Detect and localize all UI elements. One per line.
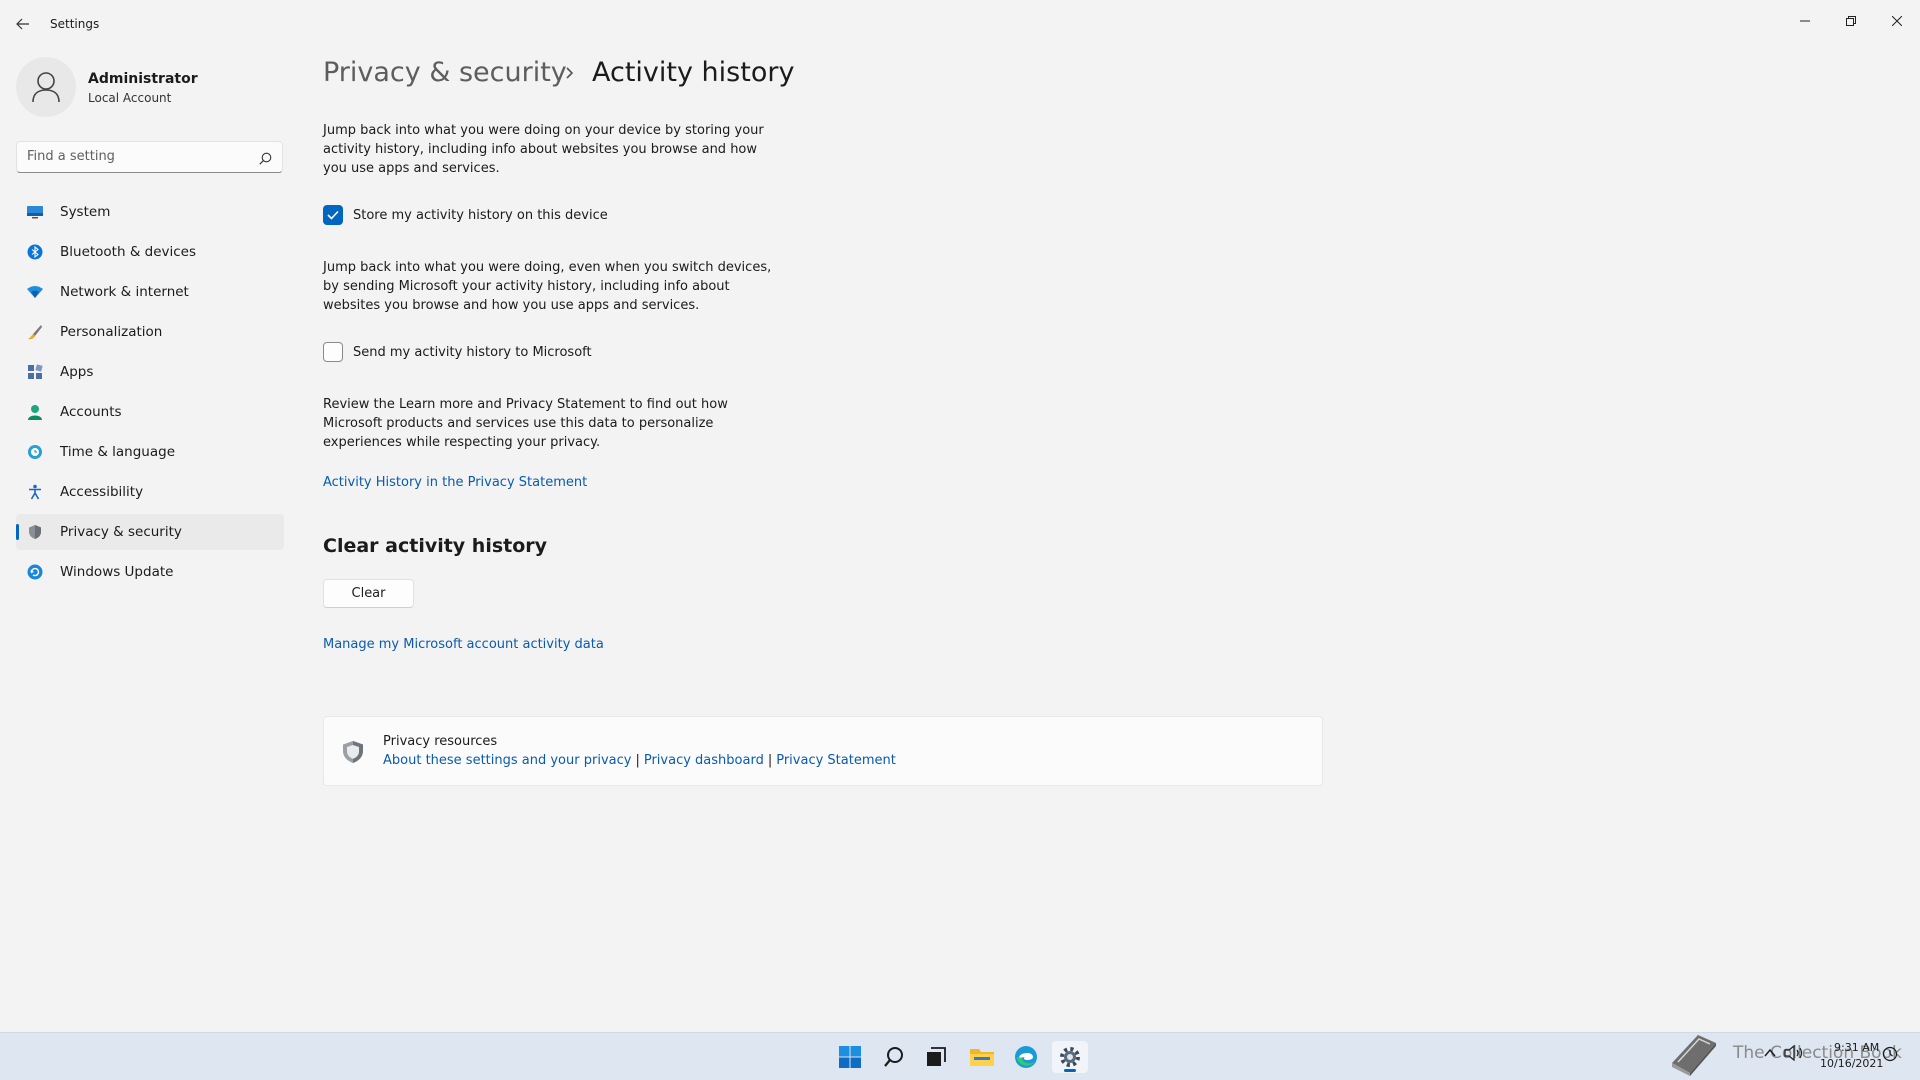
search-input[interactable] — [27, 149, 247, 164]
sidebar-item-label: Time & language — [60, 444, 176, 460]
sidebar-item-system[interactable]: System — [16, 194, 284, 230]
taskbar-search-button[interactable] — [876, 1041, 912, 1073]
brush-icon — [26, 323, 44, 341]
search-icon — [884, 1047, 903, 1067]
close-icon — [1892, 16, 1902, 26]
sidebar-item-privacy-security[interactable]: Privacy & security — [16, 514, 284, 550]
privacy-resources-links: About these settings and your privacy | … — [383, 753, 896, 768]
send-history-checkbox[interactable] — [323, 342, 343, 362]
shield-icon — [26, 523, 44, 541]
sidebar-item-accounts[interactable]: Accounts — [16, 394, 284, 430]
send-history-description: Jump back into what you were doing, even… — [323, 260, 772, 313]
search-box[interactable] — [16, 141, 283, 173]
privacy-review-description: Review the Learn more and Privacy Statem… — [323, 397, 728, 450]
privacy-statement-link[interactable]: Privacy Statement — [776, 753, 896, 768]
edge-browser-button[interactable] — [1008, 1041, 1044, 1073]
clear-button[interactable]: Clear — [323, 579, 414, 608]
about-settings-link[interactable]: About these settings and your privacy — [383, 753, 631, 768]
store-history-label: Store my activity history on this device — [353, 207, 608, 223]
privacy-resources-card: Privacy resources About these settings a… — [323, 716, 1323, 786]
clock-time[interactable]: 9:31 AM — [1834, 1041, 1879, 1054]
sidebar-nav: System Bluetooth & devices Network & int… — [16, 194, 284, 594]
gear-icon — [1060, 1047, 1080, 1067]
start-button[interactable] — [832, 1041, 868, 1073]
manage-account-activity-link[interactable]: Manage my Microsoft account activity dat… — [323, 637, 604, 652]
sidebar-item-accessibility[interactable]: Accessibility — [16, 474, 284, 510]
volume-icon[interactable] — [1783, 1044, 1805, 1062]
account-type: Local Account — [88, 91, 172, 105]
sidebar-item-network[interactable]: Network & internet — [16, 274, 284, 310]
search-icon[interactable] — [255, 148, 275, 168]
link-separator: | — [635, 753, 640, 768]
user-icon — [32, 72, 60, 103]
clear-history-heading: Clear activity history — [323, 535, 548, 557]
activity-history-privacy-link[interactable]: Activity History in the Privacy Statemen… — [323, 475, 587, 490]
chevron-right-icon — [562, 63, 578, 83]
app-title: Settings — [50, 17, 100, 31]
send-history-label: Send my activity history to Microsoft — [353, 344, 592, 360]
sidebar-item-label: Network & internet — [60, 284, 189, 300]
close-button[interactable] — [1874, 6, 1920, 36]
chevron-up-icon[interactable] — [1762, 1045, 1778, 1061]
file-explorer-button[interactable] — [964, 1041, 1000, 1073]
globe-clock-icon — [26, 443, 44, 461]
sidebar-item-bluetooth[interactable]: Bluetooth & devices — [16, 234, 284, 270]
back-arrow-icon — [16, 18, 29, 30]
sidebar-item-time-language[interactable]: Time & language — [16, 434, 284, 470]
sidebar-item-personalization[interactable]: Personalization — [16, 314, 284, 350]
sidebar-item-label: Apps — [60, 364, 94, 380]
back-button[interactable] — [10, 12, 36, 36]
store-history-checkbox-row[interactable]: Store my activity history on this device — [323, 204, 608, 226]
restore-button[interactable] — [1828, 6, 1874, 36]
store-history-description: Jump back into what you were doing on yo… — [323, 123, 764, 176]
privacy-dashboard-link[interactable]: Privacy dashboard — [644, 753, 764, 768]
restore-icon — [1846, 16, 1856, 26]
task-view-icon — [927, 1047, 946, 1066]
clock-date[interactable]: 10/16/2021 — [1820, 1057, 1883, 1070]
privacy-resources-title: Privacy resources — [383, 734, 498, 749]
sidebar-item-label: Bluetooth & devices — [60, 244, 197, 260]
title-bar — [0, 0, 1920, 48]
book-logo-icon — [1668, 1029, 1720, 1077]
taskbar — [0, 1032, 1920, 1080]
sidebar-item-apps[interactable]: Apps — [16, 354, 284, 390]
sidebar-item-label: Windows Update — [60, 564, 174, 580]
monitor-icon — [26, 203, 44, 221]
notification-icon[interactable] — [1882, 1046, 1898, 1062]
person-icon — [26, 403, 44, 421]
edge-icon — [1015, 1046, 1037, 1068]
task-view-button[interactable] — [918, 1041, 954, 1073]
checkmark-icon — [327, 210, 339, 220]
store-history-checkbox[interactable] — [323, 205, 343, 225]
update-icon — [26, 563, 44, 581]
folder-icon — [970, 1049, 994, 1066]
settings-taskbar-button[interactable] — [1052, 1041, 1088, 1073]
sidebar-item-label: Accounts — [60, 404, 122, 420]
accessibility-icon — [26, 483, 44, 501]
sidebar-item-windows-update[interactable]: Windows Update — [16, 554, 284, 590]
breadcrumb-parent[interactable]: Privacy & security — [323, 57, 567, 88]
account-name: Administrator — [88, 71, 198, 87]
minimize-button[interactable] — [1782, 6, 1828, 36]
wifi-icon — [26, 283, 44, 301]
link-separator: | — [767, 753, 773, 768]
sidebar-item-label: System — [60, 204, 111, 220]
sidebar-item-label: Privacy & security — [60, 524, 182, 540]
windows-logo-icon — [839, 1046, 861, 1068]
send-history-checkbox-row[interactable]: Send my activity history to Microsoft — [323, 341, 592, 363]
sidebar-item-label: Accessibility — [60, 484, 144, 500]
minimize-icon — [1800, 20, 1810, 22]
apps-icon — [26, 363, 44, 381]
bluetooth-icon — [26, 243, 44, 261]
page-title: Activity history — [592, 57, 795, 88]
sidebar-item-label: Personalization — [60, 324, 163, 340]
shield-icon — [340, 739, 366, 765]
avatar[interactable] — [16, 57, 76, 117]
